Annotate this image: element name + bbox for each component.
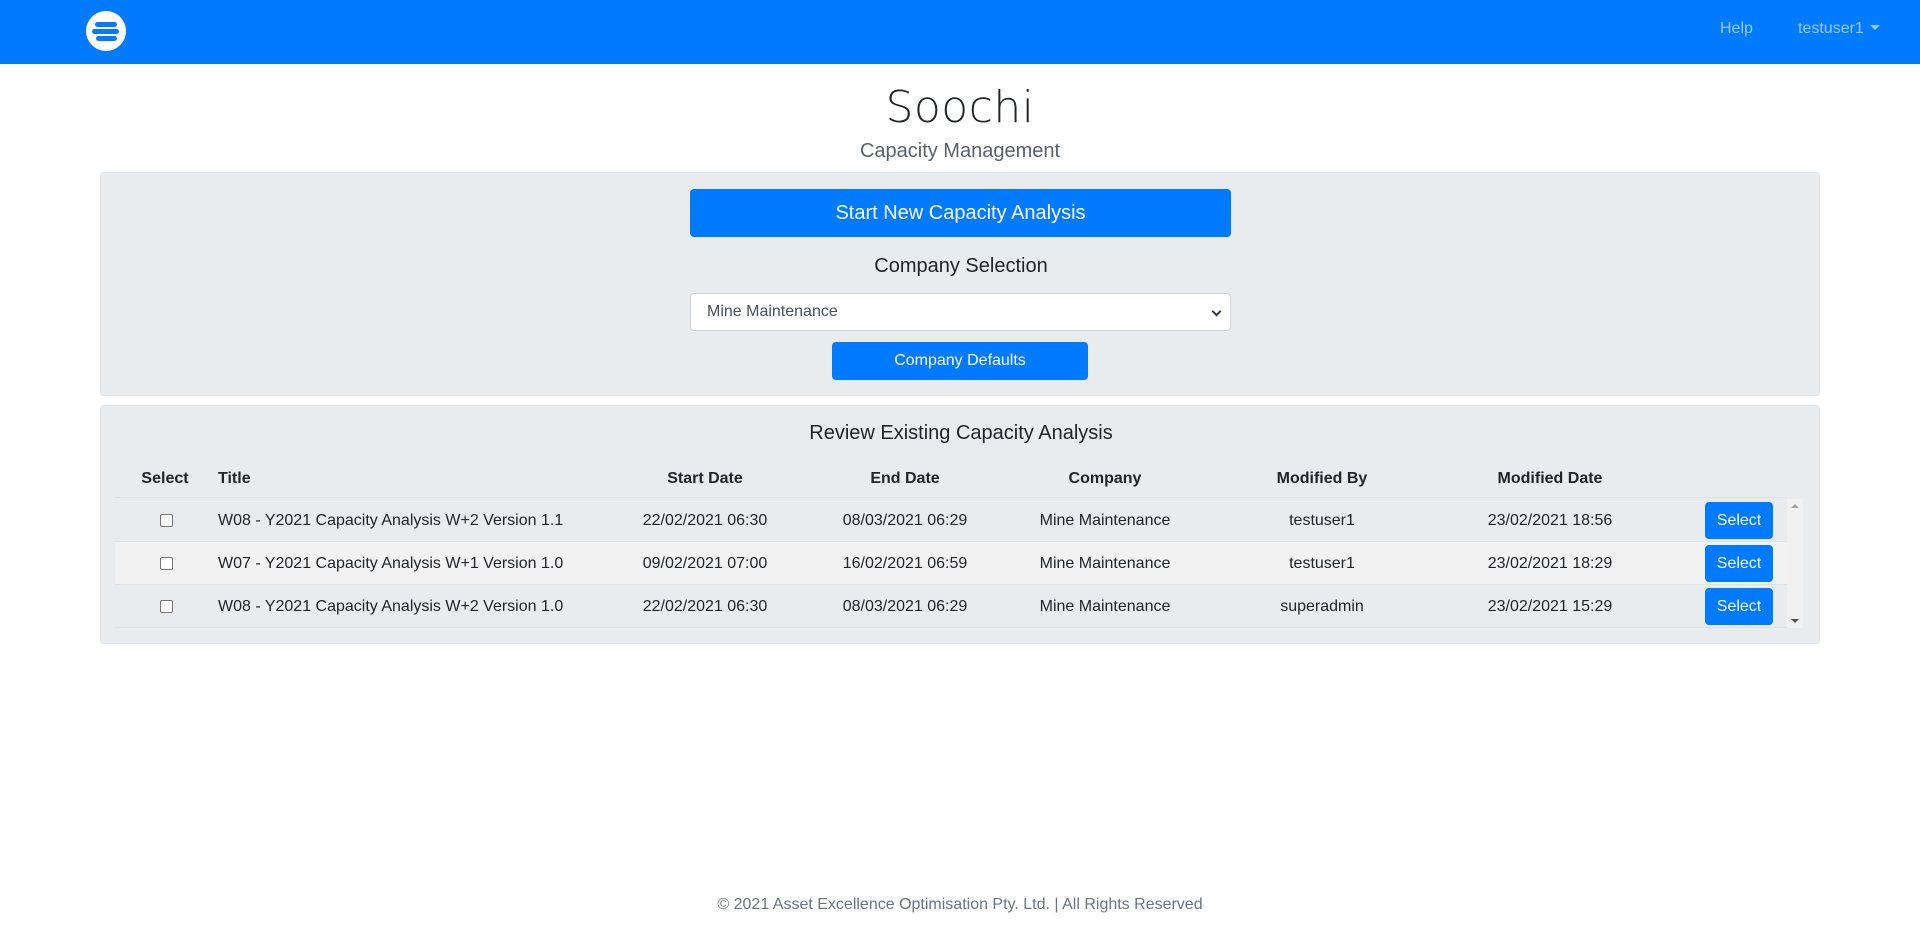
row-end-date: 08/03/2021 06:29 [842, 598, 968, 615]
row-title: W08 - Y2021 Capacity Analysis W+2 Versio… [218, 598, 564, 615]
column-header-title: Title [218, 470, 251, 487]
row-modified-date: 23/02/2021 18:56 [1487, 512, 1613, 529]
row-title: W07 - Y2021 Capacity Analysis W+1 Versio… [218, 555, 564, 572]
row-checkbox[interactable] [160, 600, 173, 613]
soochi-logo-icon[interactable] [86, 11, 126, 51]
row-modified-date: 23/02/2021 15:29 [1487, 598, 1613, 615]
row-company: Mine Maintenance [1039, 512, 1171, 529]
company-select[interactable]: Mine Maintenance [690, 293, 1231, 331]
column-header-modified-date: Modified Date [1497, 470, 1603, 487]
footer-copyright: © 2021 Asset Excellence Optimisation Pty… [717, 896, 1203, 913]
row-modified-by: testuser1 [1289, 555, 1355, 572]
column-header-end-date: End Date [870, 470, 940, 487]
review-heading: Review Existing Capacity Analysis [809, 422, 1113, 444]
user-menu-dropdown[interactable]: testuser1 [1798, 20, 1880, 38]
row-company: Mine Maintenance [1039, 555, 1171, 572]
column-header-modified-by: Modified By [1276, 470, 1368, 487]
review-analysis-panel: Review Existing Capacity Analysis Select… [100, 405, 1820, 644]
row-start-date: 22/02/2021 06:30 [642, 598, 768, 615]
table-row: W07 - Y2021 Capacity Analysis W+1 Versio… [115, 542, 1787, 585]
user-menu-label: testuser1 [1798, 20, 1864, 37]
table-scrollbar[interactable] [1787, 499, 1803, 628]
column-header-select: Select [141, 470, 189, 487]
row-title: W08 - Y2021 Capacity Analysis W+2 Versio… [218, 512, 564, 529]
new-analysis-panel: Start New Capacity Analysis Company Sele… [100, 172, 1820, 396]
app-subtitle: Capacity Management [859, 140, 1061, 162]
help-link[interactable]: Help [1720, 20, 1753, 38]
company-select-value: Mine Maintenance [707, 303, 838, 320]
row-start-date: 22/02/2021 06:30 [642, 512, 768, 529]
row-select-button[interactable]: Select [1705, 545, 1773, 582]
table-header: Select Title Start Date End Date Company… [115, 462, 1787, 498]
start-new-analysis-button[interactable]: Start New Capacity Analysis [690, 189, 1231, 237]
company-defaults-button[interactable]: Company Defaults [832, 342, 1088, 380]
table-row: W08 - Y2021 Capacity Analysis W+2 Versio… [115, 585, 1787, 628]
app-title: Soochi [885, 82, 1035, 133]
row-select-button[interactable]: Select [1705, 502, 1773, 539]
row-checkbox[interactable] [160, 514, 173, 527]
scroll-down-arrow-icon[interactable] [1791, 619, 1799, 623]
row-modified-by: superadmin [1280, 598, 1364, 615]
column-header-company: Company [1068, 470, 1142, 487]
top-navbar: Help testuser1 [0, 0, 1920, 64]
company-selection-heading: Company Selection [874, 255, 1048, 277]
row-start-date: 09/02/2021 07:00 [642, 555, 768, 572]
row-end-date: 16/02/2021 06:59 [842, 555, 968, 572]
column-header-start-date: Start Date [667, 470, 743, 487]
row-company: Mine Maintenance [1039, 598, 1171, 615]
caret-down-icon [1869, 25, 1880, 30]
scroll-up-arrow-icon[interactable] [1791, 504, 1799, 508]
chevron-down-icon [1211, 306, 1222, 317]
row-select-button[interactable]: Select [1705, 588, 1773, 625]
row-modified-date: 23/02/2021 18:29 [1487, 555, 1613, 572]
table-row: W08 - Y2021 Capacity Analysis W+2 Versio… [115, 499, 1787, 542]
row-end-date: 08/03/2021 06:29 [842, 512, 968, 529]
row-checkbox[interactable] [160, 557, 173, 570]
row-modified-by: testuser1 [1289, 512, 1355, 529]
